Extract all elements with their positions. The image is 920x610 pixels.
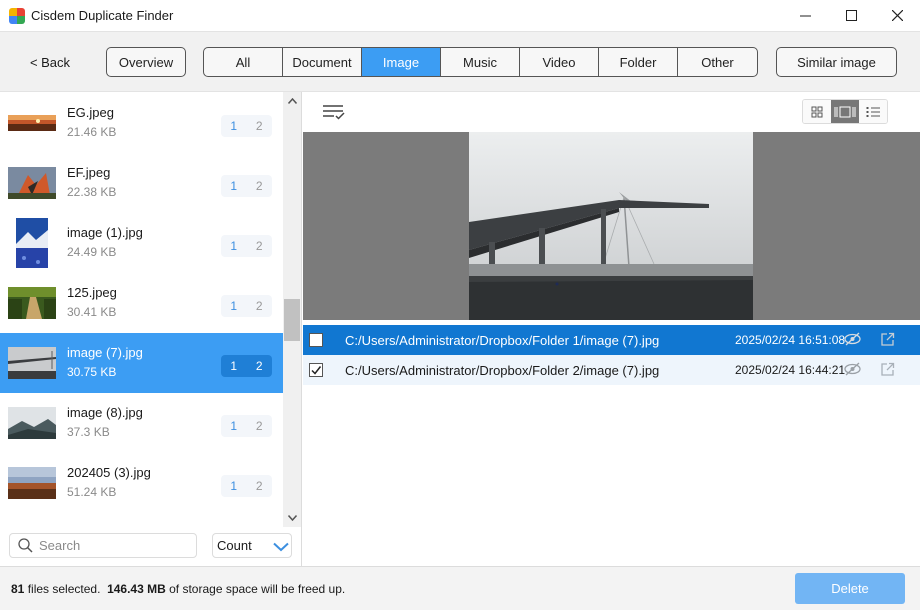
file-name: image (1).jpg — [67, 225, 143, 240]
preview-image — [469, 132, 753, 320]
row-checkbox-checked[interactable] — [309, 363, 323, 377]
list-item[interactable]: 202405 (3).jpg 51.24 KB 12 — [0, 453, 283, 513]
status-bar: 81 files selected. 146.43 MB of storage … — [0, 566, 920, 610]
similar-image-button[interactable]: Similar image — [776, 47, 897, 77]
category-tabs: All Document Image Music Video Folder Ot… — [203, 47, 758, 77]
list-item[interactable]: image (8).jpg 37.3 KB 12 — [0, 393, 283, 453]
tab-all[interactable]: All — [204, 48, 283, 76]
file-name: image (8).jpg — [67, 405, 143, 420]
sort-dropdown[interactable]: Count — [212, 533, 292, 558]
delete-button[interactable]: Delete — [795, 573, 905, 604]
duplicate-count-badge: 12 — [221, 415, 272, 437]
file-size: 24.49 KB — [67, 245, 117, 259]
list-view-icon — [866, 106, 880, 117]
thumbnail-image — [8, 167, 56, 199]
title-bar: Cisdem Duplicate Finder — [0, 0, 920, 31]
thumbnail-image — [8, 115, 56, 131]
duplicate-count-badge: 12 — [221, 295, 272, 317]
open-external-icon[interactable] — [880, 332, 895, 347]
file-name: 125.jpeg — [67, 285, 117, 300]
tab-image[interactable]: Image — [362, 48, 441, 76]
tab-music[interactable]: Music — [441, 48, 520, 76]
file-date: 2025/02/24 16:51:08 — [735, 333, 846, 347]
file-size: 22.38 KB — [67, 185, 117, 199]
file-list-scrollbar[interactable] — [283, 92, 301, 527]
preview-view-button[interactable] — [831, 100, 859, 123]
maximize-button[interactable] — [828, 0, 874, 31]
duplicate-count-badge: 12 — [221, 475, 272, 497]
file-date: 2025/02/24 16:44:21 — [735, 363, 846, 377]
hidden-eye-icon[interactable] — [844, 362, 861, 376]
duplicate-count-badge: 12 — [221, 235, 272, 257]
status-text: 81 files selected. 146.43 MB of storage … — [11, 582, 346, 596]
file-size: 21.46 KB — [67, 125, 117, 139]
list-item[interactable]: EF.jpeg 22.38 KB 12 — [0, 153, 283, 213]
view-mode-toggle — [802, 99, 888, 124]
preview-panel: C:/Users/Administrator/Dropbox/Folder 1/… — [303, 92, 920, 566]
file-path: C:/Users/Administrator/Dropbox/Folder 2/… — [345, 362, 660, 378]
selected-files-count: 81 — [11, 582, 25, 596]
list-item[interactable]: image (1).jpg 24.49 KB 12 — [0, 213, 283, 273]
thumbnail-image — [8, 467, 56, 499]
minimize-icon — [799, 15, 811, 17]
file-name: EF.jpeg — [67, 165, 111, 180]
duplicate-file-row[interactable]: C:/Users/Administrator/Dropbox/Folder 2/… — [303, 355, 920, 385]
duplicate-file-row[interactable]: C:/Users/Administrator/Dropbox/Folder 1/… — [303, 325, 920, 355]
grid-view-button[interactable] — [803, 100, 831, 123]
image-preview-area — [303, 132, 920, 320]
file-name: EG.jpeg — [67, 105, 114, 120]
list-view-button[interactable] — [859, 100, 887, 123]
overview-button[interactable]: Overview — [106, 47, 186, 77]
grid-view-icon — [811, 106, 823, 117]
tab-document[interactable]: Document — [283, 48, 362, 76]
thumbnail-image — [8, 347, 56, 379]
file-size: 30.75 KB — [67, 365, 117, 379]
file-size: 37.3 KB — [67, 425, 110, 439]
file-name: image (7).jpg — [67, 345, 143, 360]
duplicate-count-badge: 12 — [221, 355, 272, 377]
row-checkbox[interactable] — [309, 333, 323, 347]
file-size: 51.24 KB — [67, 485, 117, 499]
close-icon — [891, 10, 903, 21]
toolbar: < Back Overview All Document Image Music… — [0, 31, 920, 92]
window-title: Cisdem Duplicate Finder — [31, 8, 174, 23]
tab-other[interactable]: Other — [678, 48, 757, 76]
list-item-selected[interactable]: image (7).jpg 30.75 KB 12 — [0, 333, 283, 393]
file-name: 202405 (3).jpg — [67, 465, 151, 480]
list-item[interactable]: 125.jpeg 30.41 KB 12 — [0, 273, 283, 333]
scroll-down-icon[interactable] — [283, 511, 301, 525]
preview-view-icon — [834, 106, 856, 117]
sort-selected-value: Count — [217, 538, 252, 553]
minimize-button[interactable] — [782, 0, 828, 31]
search-box[interactable] — [9, 533, 197, 558]
maximize-icon — [845, 10, 857, 21]
tab-folder[interactable]: Folder — [599, 48, 678, 76]
duplicate-count-badge: 12 — [221, 115, 272, 137]
open-external-icon[interactable] — [880, 362, 895, 377]
scroll-thumb[interactable] — [284, 299, 300, 341]
scroll-up-icon[interactable] — [283, 94, 301, 108]
checkmark-icon — [311, 366, 322, 375]
file-path: C:/Users/Administrator/Dropbox/Folder 1/… — [345, 332, 660, 348]
select-options-icon[interactable] — [323, 104, 345, 120]
thumbnail-image — [8, 287, 56, 319]
file-list-panel: EG.jpeg 21.46 KB 12 EF.jpeg 22.38 KB 12 … — [0, 92, 302, 566]
search-icon — [18, 538, 33, 553]
back-button[interactable]: < Back — [17, 47, 83, 77]
file-list: EG.jpeg 21.46 KB 12 EF.jpeg 22.38 KB 12 … — [0, 92, 283, 527]
list-item[interactable]: EG.jpeg 21.46 KB 12 — [0, 93, 283, 153]
file-size: 30.41 KB — [67, 305, 117, 319]
hidden-eye-icon[interactable] — [844, 332, 861, 346]
thumbnail-image — [16, 218, 48, 268]
chevron-down-icon — [273, 542, 289, 552]
app-logo-icon — [9, 7, 25, 24]
freed-space-size: 146.43 MB — [107, 582, 166, 596]
thumbnail-image — [8, 407, 56, 439]
search-input[interactable] — [39, 538, 179, 553]
duplicate-count-badge: 12 — [221, 175, 272, 197]
close-button[interactable] — [874, 0, 920, 31]
tab-video[interactable]: Video — [520, 48, 599, 76]
